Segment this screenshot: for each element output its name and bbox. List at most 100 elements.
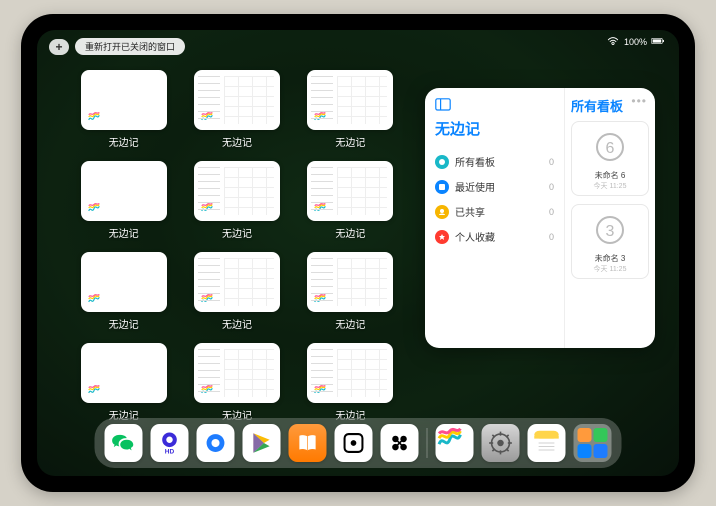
wifi-icon	[606, 36, 620, 48]
dock-wechat-icon[interactable]	[105, 424, 143, 462]
window-label: 无边记	[222, 225, 252, 240]
window-label: 无边记	[109, 316, 139, 331]
window-label: 无边记	[335, 225, 365, 240]
window-thumb	[307, 252, 393, 312]
window-card[interactable]: 无边记	[190, 161, 283, 240]
window-card[interactable]: 无边记	[77, 252, 170, 331]
board-title: 未命名 3	[576, 253, 644, 264]
window-label: 无边记	[222, 134, 252, 149]
sidebar-item-count: 0	[549, 207, 554, 217]
status-bar: 100%	[606, 36, 665, 48]
panel-sidebar: 无边记 所有看板 0 最近使用 0 已共享 0 个人收藏 0	[425, 88, 565, 348]
freeform-app-icon	[311, 290, 329, 308]
sidebar-item-icon	[435, 155, 449, 169]
freeform-app-icon	[198, 290, 216, 308]
sidebar-item-count: 0	[549, 232, 554, 242]
window-card[interactable]: 无边记	[304, 252, 397, 331]
sidebar-item-label: 最近使用	[455, 179, 495, 194]
dock-books-icon[interactable]	[289, 424, 327, 462]
window-thumb	[307, 161, 393, 221]
board-item[interactable]: 6 未命名 6今天 11:25	[571, 121, 649, 196]
ipad-frame: 100% + 重新打开已关闭的窗口 无边记无边记无边记无边记无边记无边记无边记无…	[21, 14, 695, 492]
freeform-app-icon	[85, 290, 103, 308]
window-card[interactable]: 无边记	[77, 343, 170, 422]
dock: HD	[95, 418, 622, 468]
sidebar-item[interactable]: 已共享 0	[435, 199, 554, 224]
dock-quark-hd-icon[interactable]: HD	[151, 424, 189, 462]
freeform-app-icon	[311, 381, 329, 399]
window-card[interactable]: 无边记	[77, 70, 170, 149]
window-card[interactable]: 无边记	[304, 343, 397, 422]
sidebar-item-label: 个人收藏	[455, 229, 495, 244]
panel-content: 所有看板 6未命名 6今天 11:253未命名 3今天 11:25	[565, 88, 655, 348]
screen: 100% + 重新打开已关闭的窗口 无边记无边记无边记无边记无边记无边记无边记无…	[37, 30, 679, 476]
topbar: + 重新打开已关闭的窗口	[49, 38, 185, 55]
sidebar-item[interactable]: 最近使用 0	[435, 174, 554, 199]
window-card[interactable]: 无边记	[190, 252, 283, 331]
window-thumb	[81, 252, 167, 312]
sidebar-toggle-icon[interactable]	[435, 98, 451, 112]
sidebar-item-label: 所有看板	[455, 154, 495, 169]
svg-text:3: 3	[606, 223, 615, 240]
window-card[interactable]: 无边记	[304, 161, 397, 240]
window-card[interactable]: 无边记	[77, 161, 170, 240]
board-item[interactable]: 3 未命名 3今天 11:25	[571, 204, 649, 279]
window-label: 无边记	[109, 225, 139, 240]
svg-text:HD: HD	[165, 449, 175, 456]
sidebar-item-count: 0	[549, 157, 554, 167]
freeform-app-icon	[85, 381, 103, 399]
dock-separator	[427, 428, 428, 458]
more-icon[interactable]: •••	[631, 94, 647, 108]
sidebar-item-count: 0	[549, 182, 554, 192]
board-date: 今天 11:25	[576, 264, 644, 274]
window-thumb	[194, 70, 280, 130]
window-thumb	[81, 70, 167, 130]
freeform-app-icon	[311, 199, 329, 217]
dock-notes-icon[interactable]	[528, 424, 566, 462]
window-thumb	[194, 343, 280, 403]
window-card[interactable]: 无边记	[190, 343, 283, 422]
new-window-button[interactable]: +	[49, 39, 69, 55]
freeform-app-icon	[198, 199, 216, 217]
freeform-app-icon	[85, 108, 103, 126]
sidebar-item-label: 已共享	[455, 204, 485, 219]
window-card[interactable]: 无边记	[190, 70, 283, 149]
window-thumb	[81, 343, 167, 403]
dock-settings-icon[interactable]	[482, 424, 520, 462]
freeform-app-icon	[198, 381, 216, 399]
dock-freeform-icon[interactable]	[436, 424, 474, 462]
window-thumb	[307, 70, 393, 130]
sidebar-item[interactable]: 个人收藏 0	[435, 224, 554, 249]
freeform-app-icon	[198, 108, 216, 126]
sidebar-item-icon	[435, 180, 449, 194]
window-label: 无边记	[335, 316, 365, 331]
sidebar-item[interactable]: 所有看板 0	[435, 149, 554, 174]
window-thumb	[81, 161, 167, 221]
freeform-app-icon	[85, 199, 103, 217]
board-title: 未命名 6	[576, 170, 644, 181]
window-thumb	[194, 252, 280, 312]
battery-icon	[651, 36, 665, 48]
window-label: 无边记	[335, 134, 365, 149]
freeform-app-icon	[311, 108, 329, 126]
freeform-panel: ••• 无边记 所有看板0最近使用0已共享0个人收藏0 所有看板 6未命名 6今…	[425, 88, 655, 348]
board-sketch: 6	[576, 126, 644, 168]
battery-label: 100%	[624, 37, 647, 47]
window-thumb	[194, 161, 280, 221]
panel-title: 无边记	[435, 118, 554, 139]
board-date: 今天 11:25	[576, 181, 644, 191]
window-label: 无边记	[109, 134, 139, 149]
sidebar-item-icon	[435, 205, 449, 219]
dock-recent-folder[interactable]	[574, 424, 612, 462]
svg-text:6: 6	[606, 140, 615, 157]
window-card[interactable]: 无边记	[304, 70, 397, 149]
window-label: 无边记	[222, 316, 252, 331]
dock-play-icon[interactable]	[243, 424, 281, 462]
window-grid: 无边记无边记无边记无边记无边记无边记无边记无边记无边记无边记无边记无边记	[77, 70, 397, 422]
reopen-closed-window-button[interactable]: 重新打开已关闭的窗口	[75, 38, 185, 55]
window-thumb	[307, 343, 393, 403]
dock-dice-icon[interactable]	[335, 424, 373, 462]
dock-spectrum-icon[interactable]	[381, 424, 419, 462]
dock-quark-icon[interactable]	[197, 424, 235, 462]
board-sketch: 3	[576, 209, 644, 251]
